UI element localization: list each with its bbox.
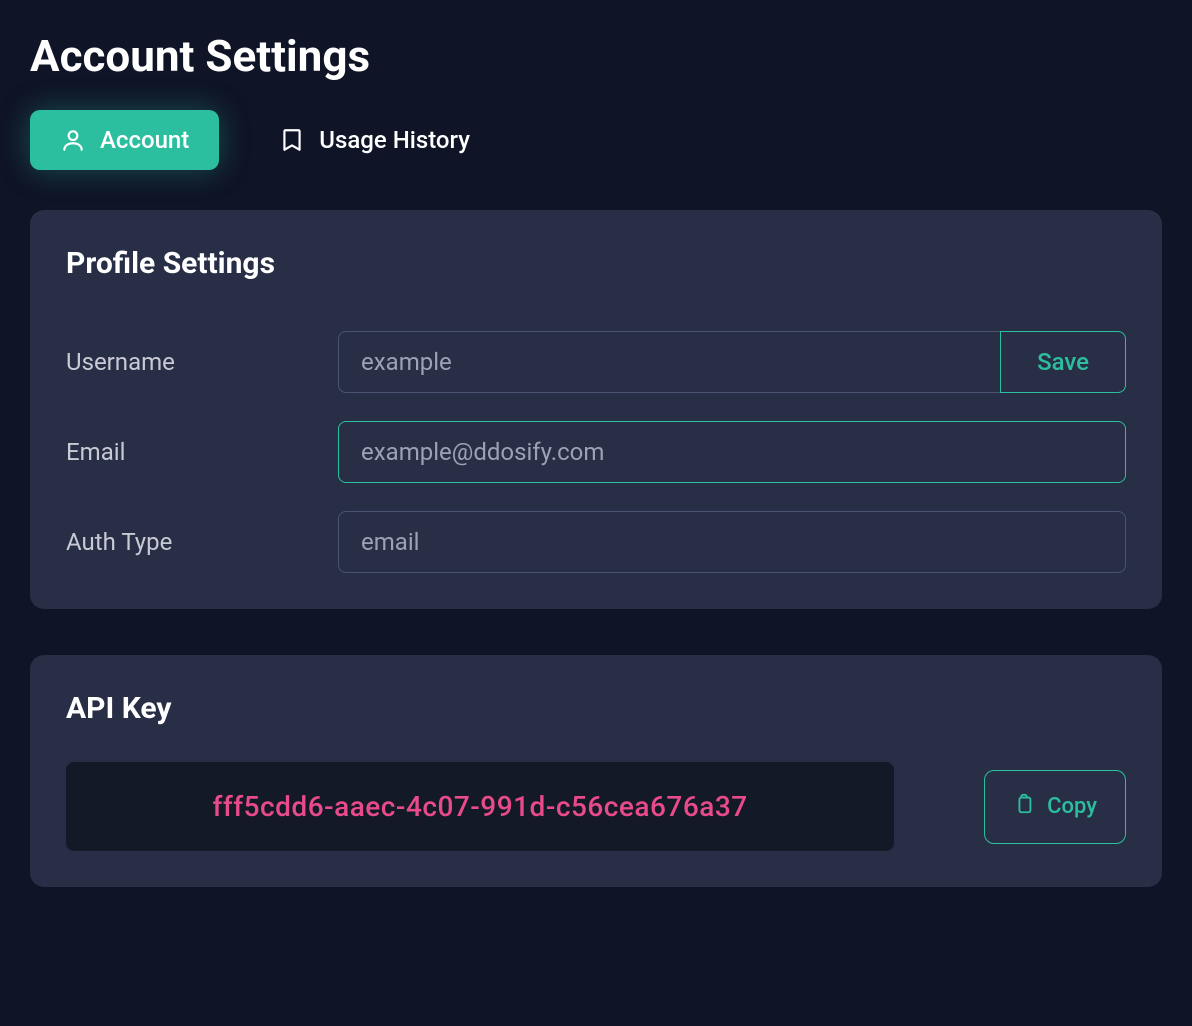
api-key-row: fff5cdd6-aaec-4c07-991d-c56cea676a37 Cop…	[66, 762, 1126, 851]
username-input[interactable]	[338, 331, 1000, 393]
tab-account[interactable]: Account	[30, 110, 219, 170]
auth-type-input	[338, 511, 1126, 573]
username-row: Username Save	[66, 331, 1126, 393]
tab-usage-history[interactable]: Usage History	[249, 110, 500, 170]
email-label: Email	[66, 438, 338, 466]
clipboard-icon	[1013, 793, 1035, 821]
tabs: Account Usage History	[30, 110, 1162, 170]
api-key-card: API Key fff5cdd6-aaec-4c07-991d-c56cea67…	[30, 655, 1162, 887]
api-key-value: fff5cdd6-aaec-4c07-991d-c56cea676a37	[66, 762, 894, 851]
bookmark-icon	[279, 127, 305, 153]
user-icon	[60, 127, 86, 153]
email-row: Email	[66, 421, 1126, 483]
auth-type-row: Auth Type	[66, 511, 1126, 573]
save-button[interactable]: Save	[1000, 331, 1126, 393]
email-input[interactable]	[338, 421, 1126, 483]
copy-button-label: Copy	[1047, 794, 1097, 819]
auth-type-label: Auth Type	[66, 528, 338, 556]
page-title: Account Settings	[30, 30, 1162, 82]
api-key-title: API Key	[66, 691, 1126, 726]
tab-account-label: Account	[100, 126, 189, 154]
profile-settings-card: Profile Settings Username Save Email Aut…	[30, 210, 1162, 609]
profile-settings-title: Profile Settings	[66, 246, 1126, 281]
username-label: Username	[66, 348, 338, 376]
tab-usage-history-label: Usage History	[319, 126, 470, 154]
copy-button[interactable]: Copy	[984, 770, 1126, 844]
